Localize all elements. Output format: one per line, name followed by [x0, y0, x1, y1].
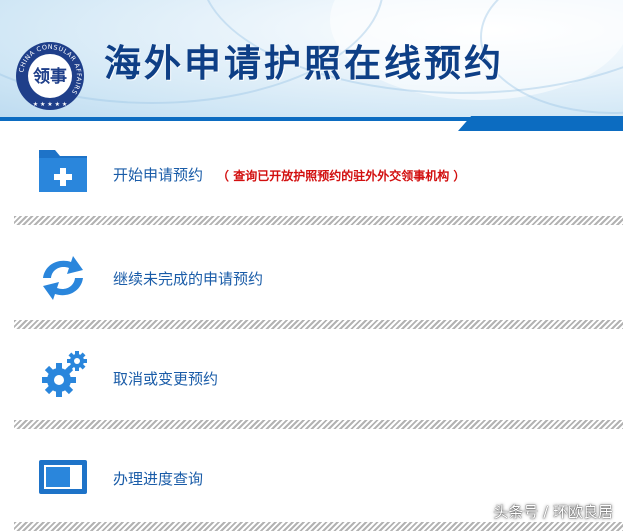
consular-affairs-logo: CHINA CONSULAR AFFAIRS 领事 ★ ★ ★ ★ ★ — [16, 42, 84, 110]
svg-text:★ ★ ★ ★ ★: ★ ★ ★ ★ ★ — [33, 101, 68, 108]
menu-item-start-appointment[interactable]: 开始申请预约 （ 查询已开放护照预约的驻外外交领事机构 ） — [0, 124, 623, 224]
divider — [14, 216, 623, 225]
gears-icon — [42, 351, 87, 397]
folder-plus-icon — [39, 150, 87, 192]
menu-item-label[interactable]: 办理进度查询 — [113, 468, 203, 489]
refresh-icon — [43, 256, 83, 300]
divider — [14, 320, 623, 329]
menu-item-continue-appointment[interactable]: 继续未完成的申请预约 — [0, 226, 623, 326]
divider — [14, 522, 623, 531]
open-consulates-query-link[interactable]: （ 查询已开放护照预约的驻外外交领事机构 ） — [217, 169, 465, 183]
logo-glyphs: 领事 — [33, 66, 67, 87]
progress-icon — [39, 460, 87, 494]
page-title: 海外申请护照在线预约 — [104, 41, 504, 85]
menu-item-label[interactable]: 取消或变更预约 — [113, 368, 218, 389]
menu-item-cancel-change[interactable]: 取消或变更预约 — [0, 330, 623, 430]
watermark: 头条号 / 环欧良居 — [493, 503, 613, 521]
divider — [14, 420, 623, 429]
page-header: CHINA CONSULAR AFFAIRS 领事 ★ ★ ★ ★ ★ 海外申请… — [0, 0, 623, 120]
menu-item-label[interactable]: 开始申请预约 — [113, 166, 203, 184]
menu-item-label[interactable]: 继续未完成的申请预约 — [113, 268, 263, 289]
